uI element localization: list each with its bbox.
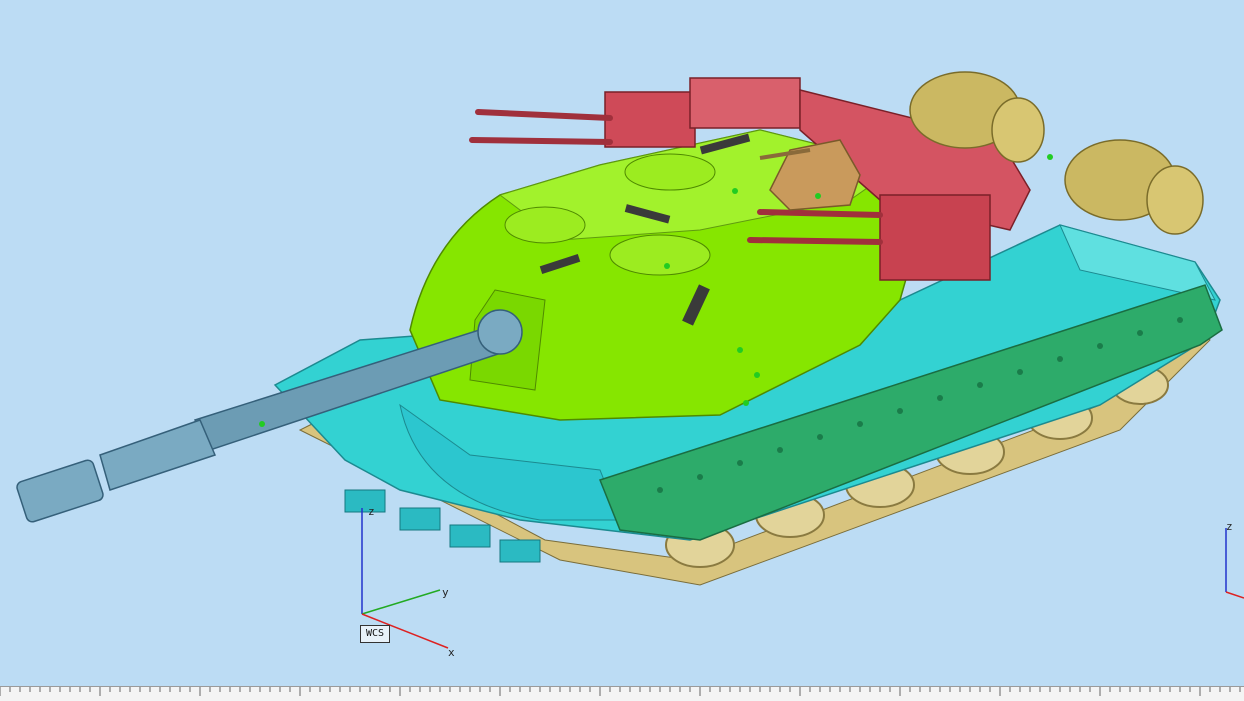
3d-viewport[interactable]: z y x z WCS [0, 0, 1244, 686]
x-axis-label: x [448, 646, 455, 659]
axis-triad-corner: z [1225, 520, 1244, 599]
tank-3d-model[interactable]: z y x z [0, 0, 1244, 686]
y-axis-label: y [442, 586, 449, 599]
bottom-ruler [0, 686, 1244, 701]
wcs-label: WCS [360, 625, 390, 643]
corner-z-axis-label: z [1226, 520, 1233, 533]
z-axis-label: z [368, 505, 375, 518]
